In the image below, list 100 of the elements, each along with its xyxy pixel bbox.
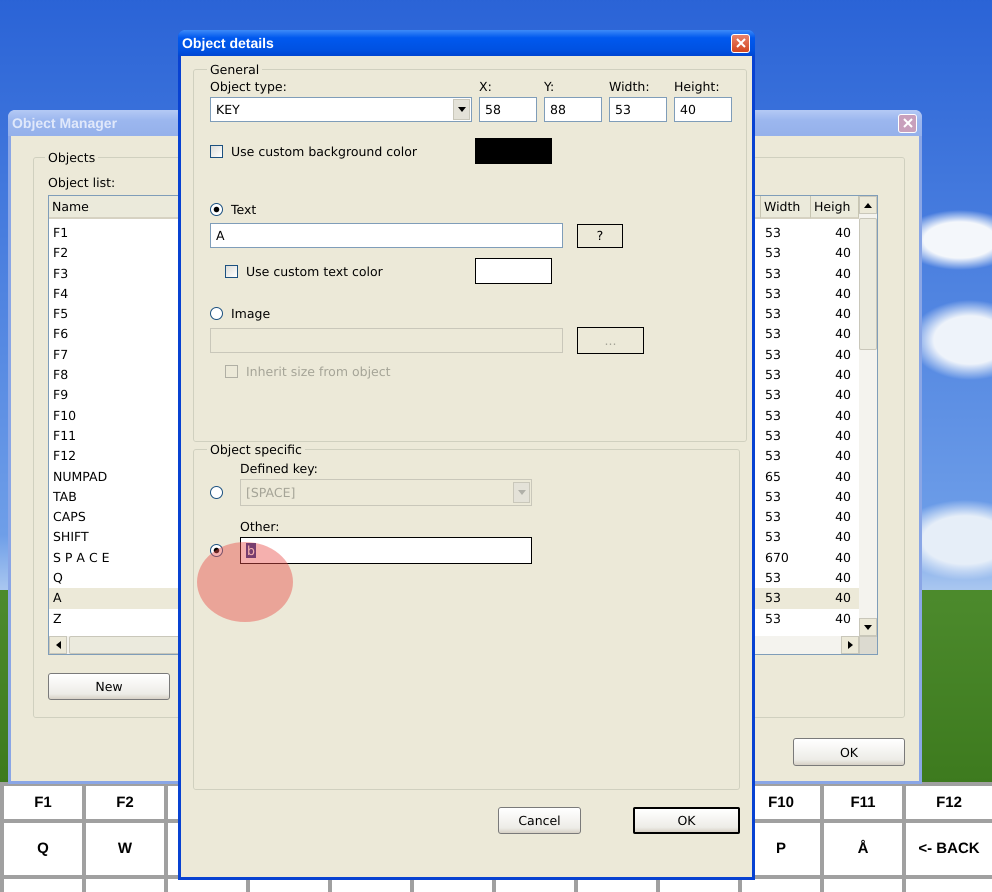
list-cell-text: 40: [834, 508, 852, 526]
down-arrow-icon: [864, 624, 872, 630]
list-cell-text: 53: [764, 264, 782, 283]
scroll-down-button[interactable]: [859, 618, 877, 636]
field-label: Width:: [609, 79, 651, 94]
list-cell-text: 53: [764, 366, 782, 384]
list-cell-text: 40: [834, 488, 852, 506]
list-cell-text: Z: [52, 610, 63, 628]
keyboard-key[interactable]: F1: [4, 786, 82, 819]
scroll-thumb[interactable]: [859, 218, 877, 350]
input-field[interactable]: 88: [544, 97, 602, 122]
list-cell-text: 40: [834, 426, 852, 445]
list-cell-text: 40: [834, 447, 852, 466]
list-cell-text: 40: [834, 284, 852, 303]
ok-button[interactable]: OK: [633, 807, 740, 834]
list-cell-text: 40: [834, 468, 852, 486]
keyboard-key[interactable]: Å: [824, 822, 902, 875]
scroll-left-button[interactable]: [49, 636, 67, 654]
list-cell-text: 53: [764, 447, 782, 466]
other-key-field[interactable]: b: [240, 537, 532, 564]
field-label: Object type:: [210, 79, 288, 94]
group-label: Object specific: [209, 442, 303, 457]
dropdown-button[interactable]: [453, 99, 470, 120]
list-cell-text: 53: [764, 508, 782, 526]
list-cell-text: 53: [764, 284, 782, 303]
checkbox[interactable]: [210, 144, 223, 158]
keyboard-key[interactable]: F2: [86, 786, 164, 819]
color-swatch[interactable]: [475, 258, 552, 284]
window-title: Object details: [182, 35, 274, 51]
list-cell-text: 53: [764, 325, 782, 344]
list-cell-text: 40: [834, 569, 852, 588]
list-cell-text: 65: [764, 468, 782, 486]
column-header[interactable]: Width: [761, 196, 811, 219]
list-cell-text: F10: [52, 406, 78, 425]
window-title: Object Manager: [12, 115, 118, 131]
color-swatch[interactable]: [475, 138, 552, 164]
input-field[interactable]: 40: [674, 97, 732, 122]
list-cell-text: 53: [764, 305, 782, 324]
checkbox-label: Inherit size from object: [246, 364, 391, 379]
checkbox[interactable]: [225, 264, 238, 278]
list-cell-text: F11: [52, 426, 78, 445]
field-label: X:: [479, 79, 493, 94]
list-cell-text: 53: [764, 589, 782, 608]
input-field[interactable]: 53: [609, 97, 667, 122]
radio-button[interactable]: [210, 203, 223, 216]
list-cell-text: 53: [764, 244, 782, 262]
cancel-button[interactable]: Cancel: [498, 807, 581, 834]
radio-label: Text: [231, 202, 256, 217]
vertical-scrollbar[interactable]: [859, 196, 877, 636]
list-cell-text: 40: [834, 305, 852, 324]
field-label: Height:: [674, 79, 721, 94]
list-cell-text: SHIFT: [52, 528, 90, 546]
column-header[interactable]: Name: [49, 196, 179, 219]
list-cell-text: 40: [834, 528, 852, 546]
list-cell-text: 53: [764, 386, 782, 404]
list-cell-text: 40: [834, 386, 852, 404]
close-button[interactable]: [731, 34, 750, 52]
scroll-right-button[interactable]: [841, 636, 859, 654]
help-button[interactable]: ?: [577, 224, 623, 248]
list-cell-text: F6: [52, 325, 70, 344]
list-cell-text: F7: [52, 346, 70, 364]
list-cell-text: 40: [834, 366, 852, 384]
object-type-dropdown[interactable]: KEY: [210, 97, 472, 122]
list-cell-text: F4: [52, 284, 70, 303]
list-cell-text: 40: [834, 346, 852, 364]
close-icon: [736, 38, 746, 48]
list-cell-text: 670: [764, 548, 790, 567]
new-button[interactable]: New: [48, 673, 170, 700]
input-field[interactable]: 58: [479, 97, 537, 122]
checkbox-label: Use custom background color: [231, 144, 418, 158]
keyboard-key[interactable]: F12: [906, 786, 992, 819]
column-header[interactable]: Heigh: [811, 196, 859, 219]
radio-button[interactable]: [210, 544, 223, 557]
ok-button[interactable]: OK: [793, 738, 905, 766]
group-label: Objects: [47, 150, 96, 165]
list-cell-text: CAPS: [52, 508, 87, 526]
list-cell-text: 53: [764, 406, 782, 425]
scroll-up-button[interactable]: [859, 196, 877, 214]
close-icon: [902, 118, 912, 128]
radio-label: Image: [231, 306, 270, 321]
list-cell-text: 53: [764, 426, 782, 445]
right-arrow-icon: [848, 641, 852, 649]
list-cell-text: 40: [834, 264, 852, 283]
keyboard-key[interactable]: F11: [824, 786, 902, 819]
list-cell-text: A: [52, 589, 63, 608]
text-field[interactable]: A: [210, 223, 563, 248]
list-cell-text: F9: [52, 386, 70, 404]
caret-icon: [518, 490, 526, 495]
up-arrow-icon: [864, 202, 872, 208]
keyboard-key[interactable]: W: [86, 822, 164, 875]
keyboard-key[interactable]: <- BACK: [906, 822, 992, 875]
list-cell-text: 53: [764, 610, 782, 628]
list-cell-text: 53: [764, 528, 782, 546]
field-label: Y:: [544, 79, 556, 94]
scrollbar-corner: [859, 636, 877, 654]
list-cell-text: 53: [764, 488, 782, 506]
list-cell-text: 40: [834, 224, 852, 242]
list-cell-text: 40: [834, 325, 852, 344]
list-cell-text: 40: [834, 610, 852, 628]
keyboard-key[interactable]: Q: [4, 822, 82, 875]
